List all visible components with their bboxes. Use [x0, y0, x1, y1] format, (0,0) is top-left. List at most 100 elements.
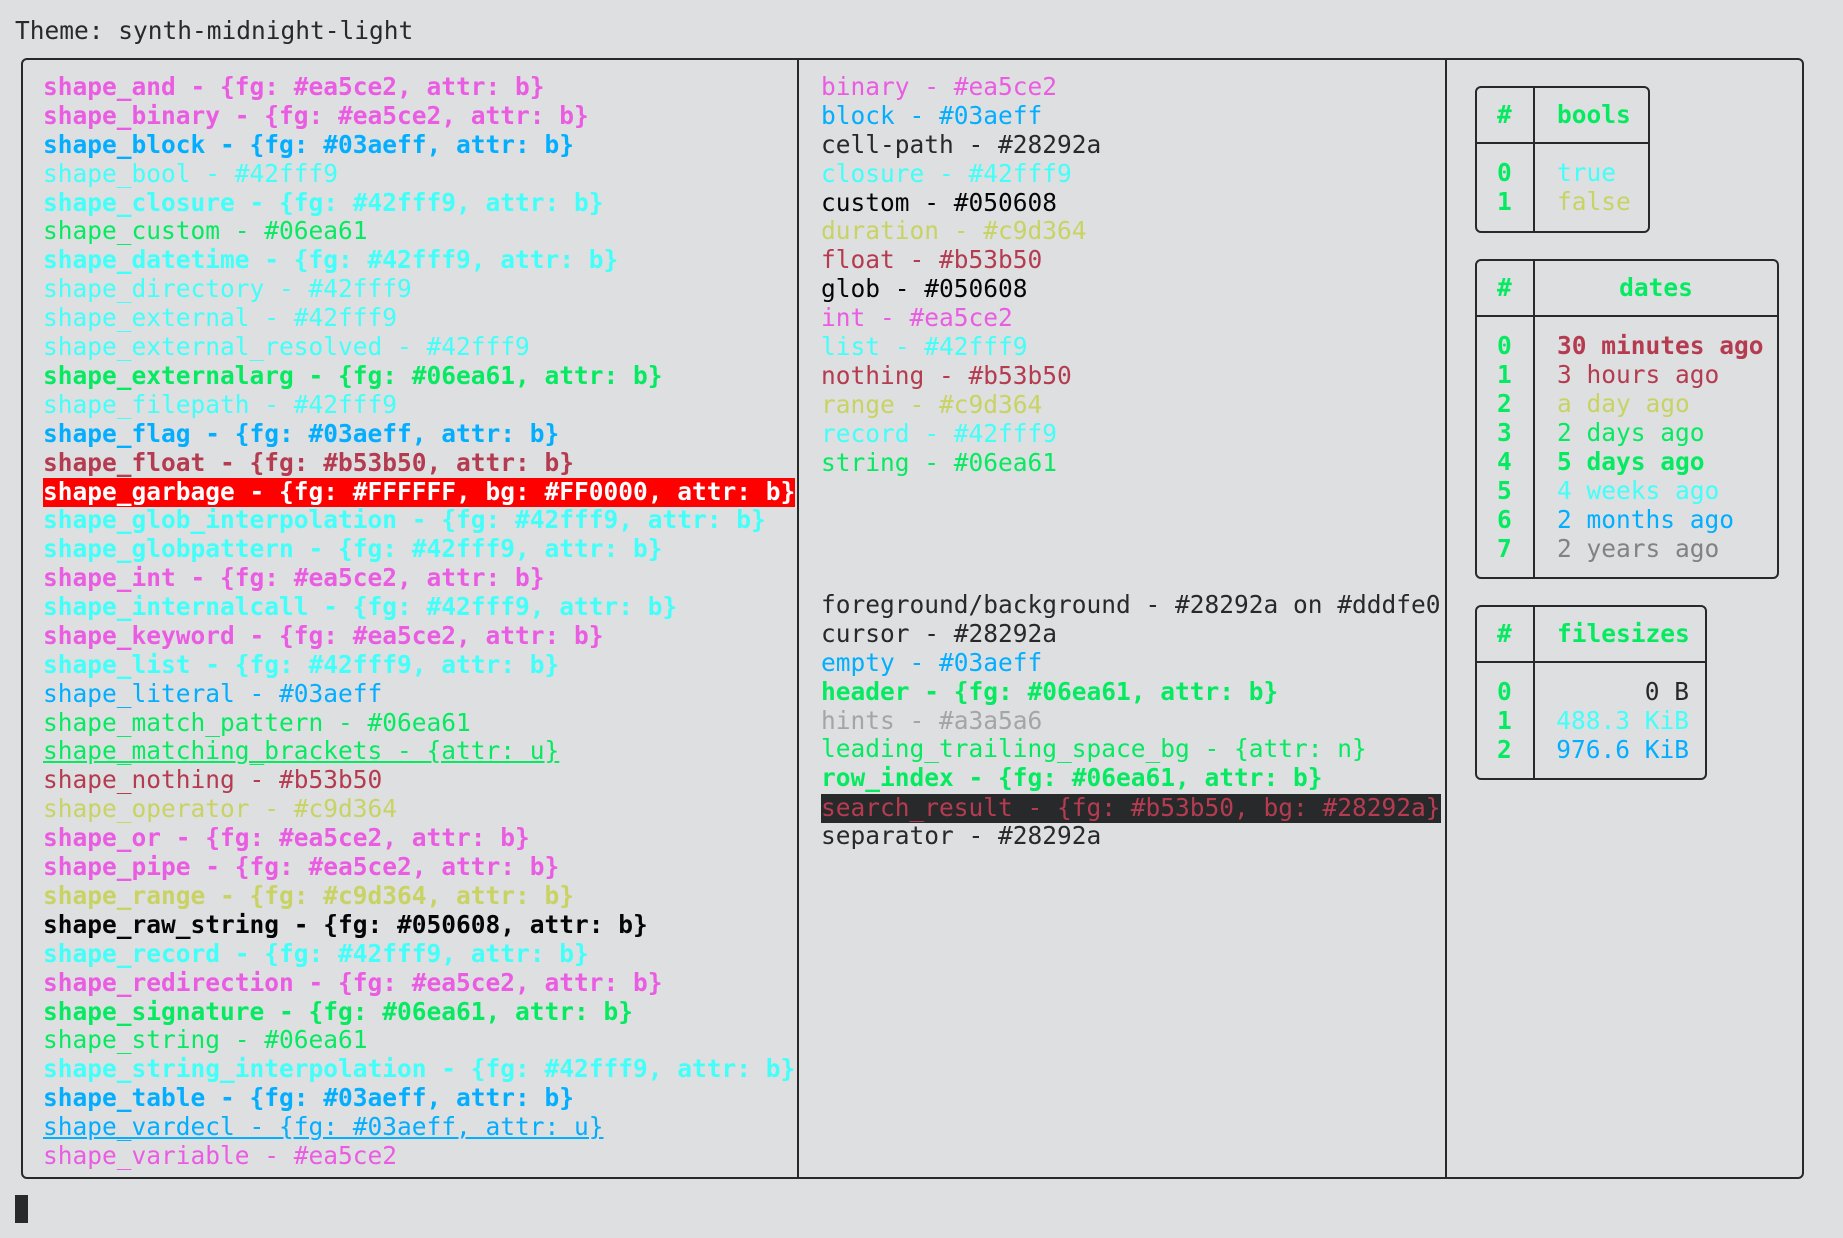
- shape-color-entry: shape_keyword - {fg: #ea5ce2, attr: b}: [43, 620, 604, 650]
- shape-color-entry: shape_string_interpolation - {fg: #42fff…: [43, 1054, 796, 1084]
- bools-table: # bools 0 true 1 false: [1475, 86, 1650, 233]
- row-index: 0: [1497, 331, 1512, 360]
- shape-color-entry: shape_garbage - {fg: #FFFFFF, bg: #FF000…: [43, 477, 796, 508]
- shape-color-entry: shape_literal - #03aeff: [43, 678, 383, 708]
- filesizes-value: 488.3 KiB: [1556, 706, 1689, 735]
- shape-color-entry: shape_table - {fg: #03aeff, attr: b}: [43, 1083, 575, 1113]
- dates-value: 2 years ago: [1557, 534, 1720, 563]
- shape-color-entry: shape_signature - {fg: #06ea61, attr: b}: [43, 996, 634, 1026]
- dates-value: a day ago: [1557, 389, 1690, 418]
- ui-color-entry: cursor - #28292a: [821, 618, 1058, 648]
- ui-color-entry: row_index - {fg: #06ea61, attr: b}: [821, 763, 1323, 793]
- shape-color-entry: shape_glob_interpolation - {fg: #42fff9,…: [43, 505, 766, 535]
- row-index: 1: [1497, 360, 1512, 389]
- type-color-entry: record - #42fff9: [821, 418, 1058, 448]
- shape-color-entry: shape_vardecl - {fg: #03aeff, attr: u}: [43, 1112, 604, 1142]
- shape-color-entry: shape_match_pattern - #06ea61: [43, 707, 471, 737]
- shape-color-entry: shape_matching_brackets - {attr: u}: [43, 736, 560, 766]
- shape-color-entry: shape_binary - {fg: #ea5ce2, attr: b}: [43, 100, 589, 130]
- shape-color-entry: shape_record - {fg: #42fff9, attr: b}: [43, 938, 589, 968]
- filesizes-table: # filesizes 0 0 B 1 488.3 KiB 2 976.6 KiB: [1475, 605, 1707, 780]
- filesizes-value: 0 B: [1644, 677, 1689, 706]
- type-color-entry: binary - #ea5ce2: [821, 72, 1058, 101]
- shape-color-entry: shape_and - {fg: #ea5ce2, attr: b}: [43, 72, 545, 101]
- dates-value: 2 months ago: [1557, 505, 1735, 534]
- dates-value: 2 days ago: [1557, 418, 1705, 447]
- type-color-entry: nothing - #b53b50: [821, 360, 1072, 390]
- dates-value: 4 weeks ago: [1557, 476, 1720, 505]
- bools-value: true: [1557, 158, 1617, 187]
- shape-color-entry: shape_external - #42fff9: [43, 303, 398, 333]
- type-colors-list: binary - #ea5ce2 block - #03aeff cell-path…: [821, 72, 1102, 477]
- type-color-entry: block - #03aeff: [821, 100, 1043, 130]
- terminal-cursor: [15, 1195, 28, 1223]
- ui-colors-list: foreground/background - #28292a on #dddf…: [821, 590, 1441, 851]
- row-index: 5: [1497, 476, 1512, 505]
- shape-colors-list: shape_and - {fg: #ea5ce2, attr: b} shape_…: [43, 72, 796, 1171]
- shape-color-entry: shape_internalcall - {fg: #42fff9, attr:…: [43, 592, 678, 622]
- shape-color-entry: shape_operator - #c9d364: [43, 794, 398, 824]
- type-color-entry: closure - #42fff9: [821, 158, 1072, 188]
- filesizes-column-header: filesizes: [1557, 619, 1690, 648]
- ui-color-entry: search_result - {fg: #b53b50, bg: #28292…: [821, 793, 1441, 824]
- row-index: 3: [1497, 418, 1512, 447]
- ui-color-entry: separator - #28292a: [821, 821, 1102, 851]
- shape-color-entry: shape_redirection - {fg: #ea5ce2, attr: …: [43, 967, 663, 997]
- row-index: 7: [1497, 534, 1512, 563]
- dates-table: # dates 0 30 minutes ago 1 3 hours ago 2 a day …: [1475, 259, 1779, 579]
- shape-color-entry: shape_string - #06ea61: [43, 1025, 368, 1055]
- row-index: 2: [1497, 735, 1512, 764]
- ui-color-entry: foreground/background - #28292a on #dddf…: [821, 590, 1441, 619]
- index-column-header: #: [1497, 100, 1512, 129]
- type-color-entry: cell-path - #28292a: [821, 129, 1102, 159]
- bools-value: false: [1557, 187, 1631, 216]
- column-separator: [1445, 58, 1447, 1179]
- type-color-entry: glob - #050608: [821, 274, 1028, 304]
- shape-color-entry: shape_filepath - #42fff9: [43, 389, 398, 419]
- shape-color-entry: shape_closure - {fg: #42fff9, attr: b}: [43, 187, 604, 217]
- row-index: 0: [1497, 677, 1512, 706]
- row-index: 6: [1497, 505, 1512, 534]
- index-column-header: #: [1497, 273, 1512, 302]
- type-color-entry: string - #06ea61: [821, 447, 1058, 477]
- shape-color-entry: shape_pipe - {fg: #ea5ce2, attr: b}: [43, 852, 560, 882]
- shape-color-entry: shape_externalarg - {fg: #06ea61, attr: …: [43, 360, 663, 390]
- shape-color-entry: shape_range - {fg: #c9d364, attr: b}: [43, 880, 575, 910]
- row-index: 1: [1497, 706, 1512, 735]
- shape-color-entry: shape_bool - #42fff9: [43, 158, 339, 188]
- shape-color-entry: shape_float - {fg: #b53b50, attr: b}: [43, 447, 575, 477]
- theme-title: Theme: synth-midnight-light: [15, 16, 414, 45]
- shape-color-entry: shape_int - {fg: #ea5ce2, attr: b}: [43, 563, 545, 593]
- filesizes-value: 976.6 KiB: [1556, 735, 1689, 764]
- shape-color-entry: shape_list - {fg: #42fff9, attr: b}: [43, 649, 560, 679]
- column-separator: [797, 58, 799, 1179]
- shape-color-entry: shape_directory - #42fff9: [43, 274, 412, 304]
- shape-color-entry: shape_variable - #ea5ce2: [43, 1140, 398, 1170]
- ui-color-entry: empty - #03aeff: [821, 647, 1043, 677]
- type-color-entry: int - #ea5ce2: [821, 303, 1013, 333]
- shape-color-entry: shape_raw_string - {fg: #050608, attr: b…: [43, 909, 648, 939]
- type-color-entry: list - #42fff9: [821, 332, 1028, 362]
- dates-column-header: dates: [1619, 273, 1693, 302]
- shape-color-entry: shape_external_resolved - #42fff9: [43, 332, 530, 362]
- shape-color-entry: shape_datetime - {fg: #42fff9, attr: b}: [43, 245, 619, 275]
- shape-color-entry: shape_or - {fg: #ea5ce2, attr: b}: [43, 823, 530, 853]
- shape-color-entry: shape_flag - {fg: #03aeff, attr: b}: [43, 418, 560, 448]
- type-color-entry: float - #b53b50: [821, 245, 1043, 275]
- ui-color-entry: leading_trailing_space_bg - {attr: n}: [821, 734, 1367, 764]
- row-index: 4: [1497, 447, 1512, 476]
- shape-color-entry: shape_globpattern - {fg: #42fff9, attr: …: [43, 534, 663, 564]
- index-column-header: #: [1497, 619, 1512, 648]
- dates-value: 5 days ago: [1557, 447, 1705, 476]
- shape-color-entry: shape_nothing - #b53b50: [43, 765, 383, 795]
- row-index: 1: [1497, 187, 1512, 216]
- shape-color-entry: shape_custom - #06ea61: [43, 216, 368, 246]
- dates-value: 30 minutes ago: [1557, 331, 1764, 360]
- ui-color-entry: header - {fg: #06ea61, attr: b}: [821, 676, 1279, 706]
- shape-color-entry: shape_block - {fg: #03aeff, attr: b}: [43, 129, 575, 159]
- type-color-entry: duration - #c9d364: [821, 216, 1087, 246]
- dates-value: 3 hours ago: [1557, 360, 1720, 389]
- bools-column-header: bools: [1557, 100, 1631, 129]
- type-color-entry: custom - #050608: [821, 187, 1058, 217]
- ui-color-entry: hints - #a3a5a6: [821, 705, 1043, 735]
